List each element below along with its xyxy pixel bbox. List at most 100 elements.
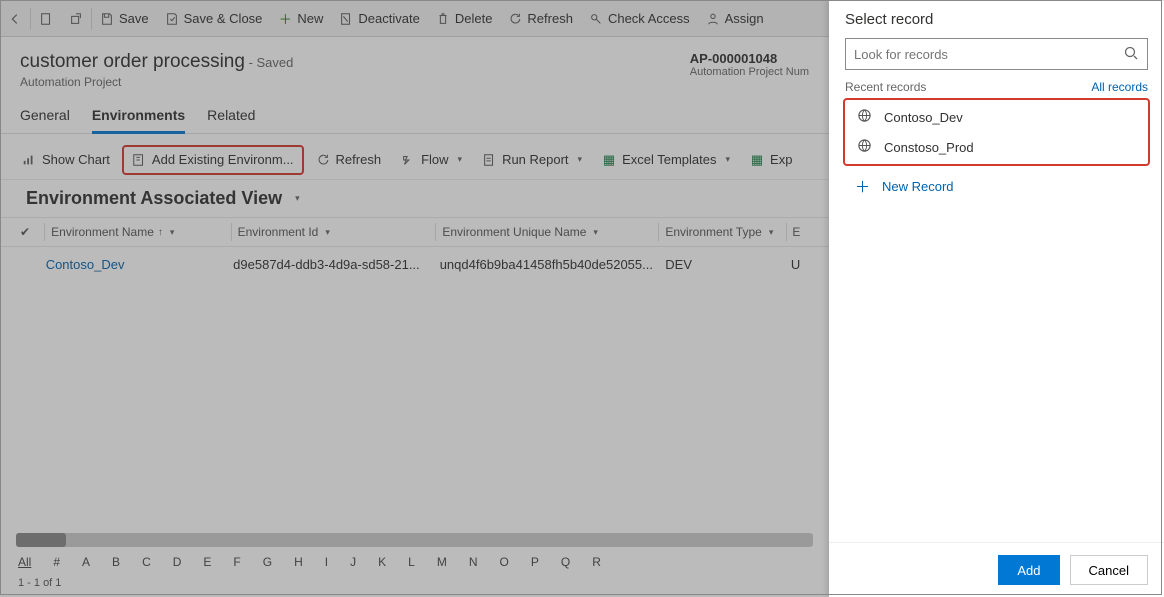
alpha-letter[interactable]: E: [203, 555, 211, 569]
export-button[interactable]: ▦ Exp: [742, 145, 800, 175]
alpha-letter[interactable]: Q: [561, 555, 570, 569]
alpha-letter[interactable]: C: [142, 555, 151, 569]
alpha-letter[interactable]: R: [592, 555, 601, 569]
save-close-button[interactable]: Save & Close: [157, 1, 271, 36]
globe-icon: [857, 138, 872, 156]
cell-name[interactable]: Contoso_Dev: [46, 257, 227, 272]
refresh-sub-button[interactable]: Refresh: [308, 145, 390, 175]
col-environment-type[interactable]: Environment Type ▾: [665, 225, 779, 239]
plus-icon: ＋: [278, 12, 292, 26]
record-number: AP-000001048: [690, 51, 809, 66]
export-label: Exp: [770, 152, 792, 167]
cell-type: DEV: [665, 257, 784, 272]
record-header: customer order processing - Saved Automa…: [0, 37, 829, 93]
record-item-label: Contoso_Dev: [884, 110, 963, 125]
tab-related[interactable]: Related: [207, 101, 255, 133]
save-label: Save: [119, 11, 149, 26]
all-records-link[interactable]: All records: [1091, 80, 1148, 94]
popout-icon: [69, 12, 83, 26]
subgrid-command-bar: Show Chart Add Existing Environm... Refr…: [0, 140, 829, 180]
cell-extra: U: [791, 257, 829, 272]
panel-title: Select record: [829, 1, 1164, 38]
person-icon: [706, 12, 720, 26]
add-existing-environment-button[interactable]: Add Existing Environm...: [122, 145, 304, 175]
show-chart-button[interactable]: Show Chart: [14, 145, 118, 175]
alpha-letter[interactable]: I: [325, 555, 328, 569]
refresh-top-button[interactable]: Refresh: [500, 1, 581, 36]
record-item[interactable]: Constoso_Prod: [845, 132, 1148, 162]
col-environment-id[interactable]: Environment Id ▾: [238, 225, 430, 239]
col-environment-name[interactable]: Environment Name ↑ ▾: [51, 225, 225, 239]
new-record-button[interactable]: ＋ New Record: [829, 166, 1164, 207]
record-title: customer order processing: [20, 51, 245, 72]
alpha-letter[interactable]: P: [531, 555, 539, 569]
add-existing-icon: [132, 153, 146, 167]
alpha-letter[interactable]: B: [112, 555, 120, 569]
chevron-down-icon: ▾: [295, 193, 300, 204]
run-report-button[interactable]: Run Report ▾: [474, 145, 590, 175]
tab-environments[interactable]: Environments: [92, 101, 185, 134]
record-item[interactable]: Contoso_Dev: [845, 102, 1148, 132]
col-extra[interactable]: E: [792, 225, 829, 239]
excel-templates-button[interactable]: ▦ Excel Templates ▾: [594, 145, 738, 175]
view-selector[interactable]: Environment Associated View ▾: [0, 180, 829, 217]
deactivate-button[interactable]: Deactivate: [331, 1, 427, 36]
new-label: New: [297, 11, 323, 26]
alpha-hash[interactable]: #: [53, 555, 60, 569]
refresh-top-label: Refresh: [527, 11, 573, 26]
excel-icon: ▦: [750, 153, 764, 167]
alpha-letter[interactable]: K: [378, 555, 386, 569]
alpha-filter: All # A B C D E F G H I J K L M N O P Q …: [0, 551, 829, 573]
alpha-letter[interactable]: G: [263, 555, 272, 569]
popout-button[interactable]: [61, 1, 91, 36]
delete-label: Delete: [455, 11, 493, 26]
report-icon: [482, 153, 496, 167]
deactivate-icon: [339, 12, 353, 26]
check-access-button[interactable]: Check Access: [581, 1, 698, 36]
scrollbar-thumb[interactable]: [16, 533, 66, 547]
save-button[interactable]: Save: [92, 1, 157, 36]
back-button[interactable]: [0, 1, 30, 36]
clipboard-icon: [39, 12, 53, 26]
alpha-letter[interactable]: A: [82, 555, 90, 569]
search-icon[interactable]: [1123, 45, 1139, 64]
trash-icon: [436, 12, 450, 26]
alpha-letter[interactable]: D: [173, 555, 182, 569]
alpha-letter[interactable]: H: [294, 555, 303, 569]
search-box[interactable]: [845, 38, 1148, 70]
cancel-button[interactable]: Cancel: [1070, 555, 1148, 585]
refresh-icon: [508, 12, 522, 26]
col-environment-unique[interactable]: Environment Unique Name ▾: [442, 225, 652, 239]
add-button[interactable]: Add: [998, 555, 1059, 585]
recent-records-list: Contoso_Dev Constoso_Prod: [843, 98, 1150, 166]
view-title: Environment Associated View: [26, 188, 282, 209]
save-close-icon: [165, 12, 179, 26]
alpha-letter[interactable]: O: [500, 555, 509, 569]
alpha-letter[interactable]: J: [350, 555, 356, 569]
alpha-letter[interactable]: F: [233, 555, 240, 569]
chevron-down-icon: ▾: [325, 227, 330, 238]
search-input[interactable]: [854, 47, 1123, 62]
new-record-label: New Record: [882, 179, 954, 194]
alpha-letter[interactable]: N: [469, 555, 478, 569]
table-row[interactable]: Contoso_Dev d9e587d4-ddb3-4d9a-sd58-21..…: [0, 247, 829, 281]
delete-button[interactable]: Delete: [428, 1, 501, 36]
horizontal-scrollbar[interactable]: [16, 533, 813, 547]
new-button[interactable]: ＋ New: [270, 1, 331, 36]
alpha-letter[interactable]: M: [437, 555, 447, 569]
tab-general[interactable]: General: [20, 101, 70, 133]
paging-label: 1 - 1 of 1: [0, 573, 829, 597]
flow-button[interactable]: Flow ▾: [393, 145, 470, 175]
back-icon: [8, 12, 22, 26]
select-all-checkbox[interactable]: ✔: [20, 225, 38, 239]
assign-button[interactable]: Assign: [698, 1, 772, 36]
save-icon: [100, 12, 114, 26]
chevron-down-icon: ▾: [726, 154, 731, 165]
alpha-all[interactable]: All: [18, 555, 31, 569]
clipboard-button[interactable]: [31, 1, 61, 36]
alpha-letter[interactable]: L: [408, 555, 415, 569]
chevron-down-icon: ▾: [458, 154, 463, 165]
add-existing-label: Add Existing Environm...: [152, 152, 294, 167]
show-chart-label: Show Chart: [42, 152, 110, 167]
chevron-down-icon: ▾: [578, 154, 583, 165]
